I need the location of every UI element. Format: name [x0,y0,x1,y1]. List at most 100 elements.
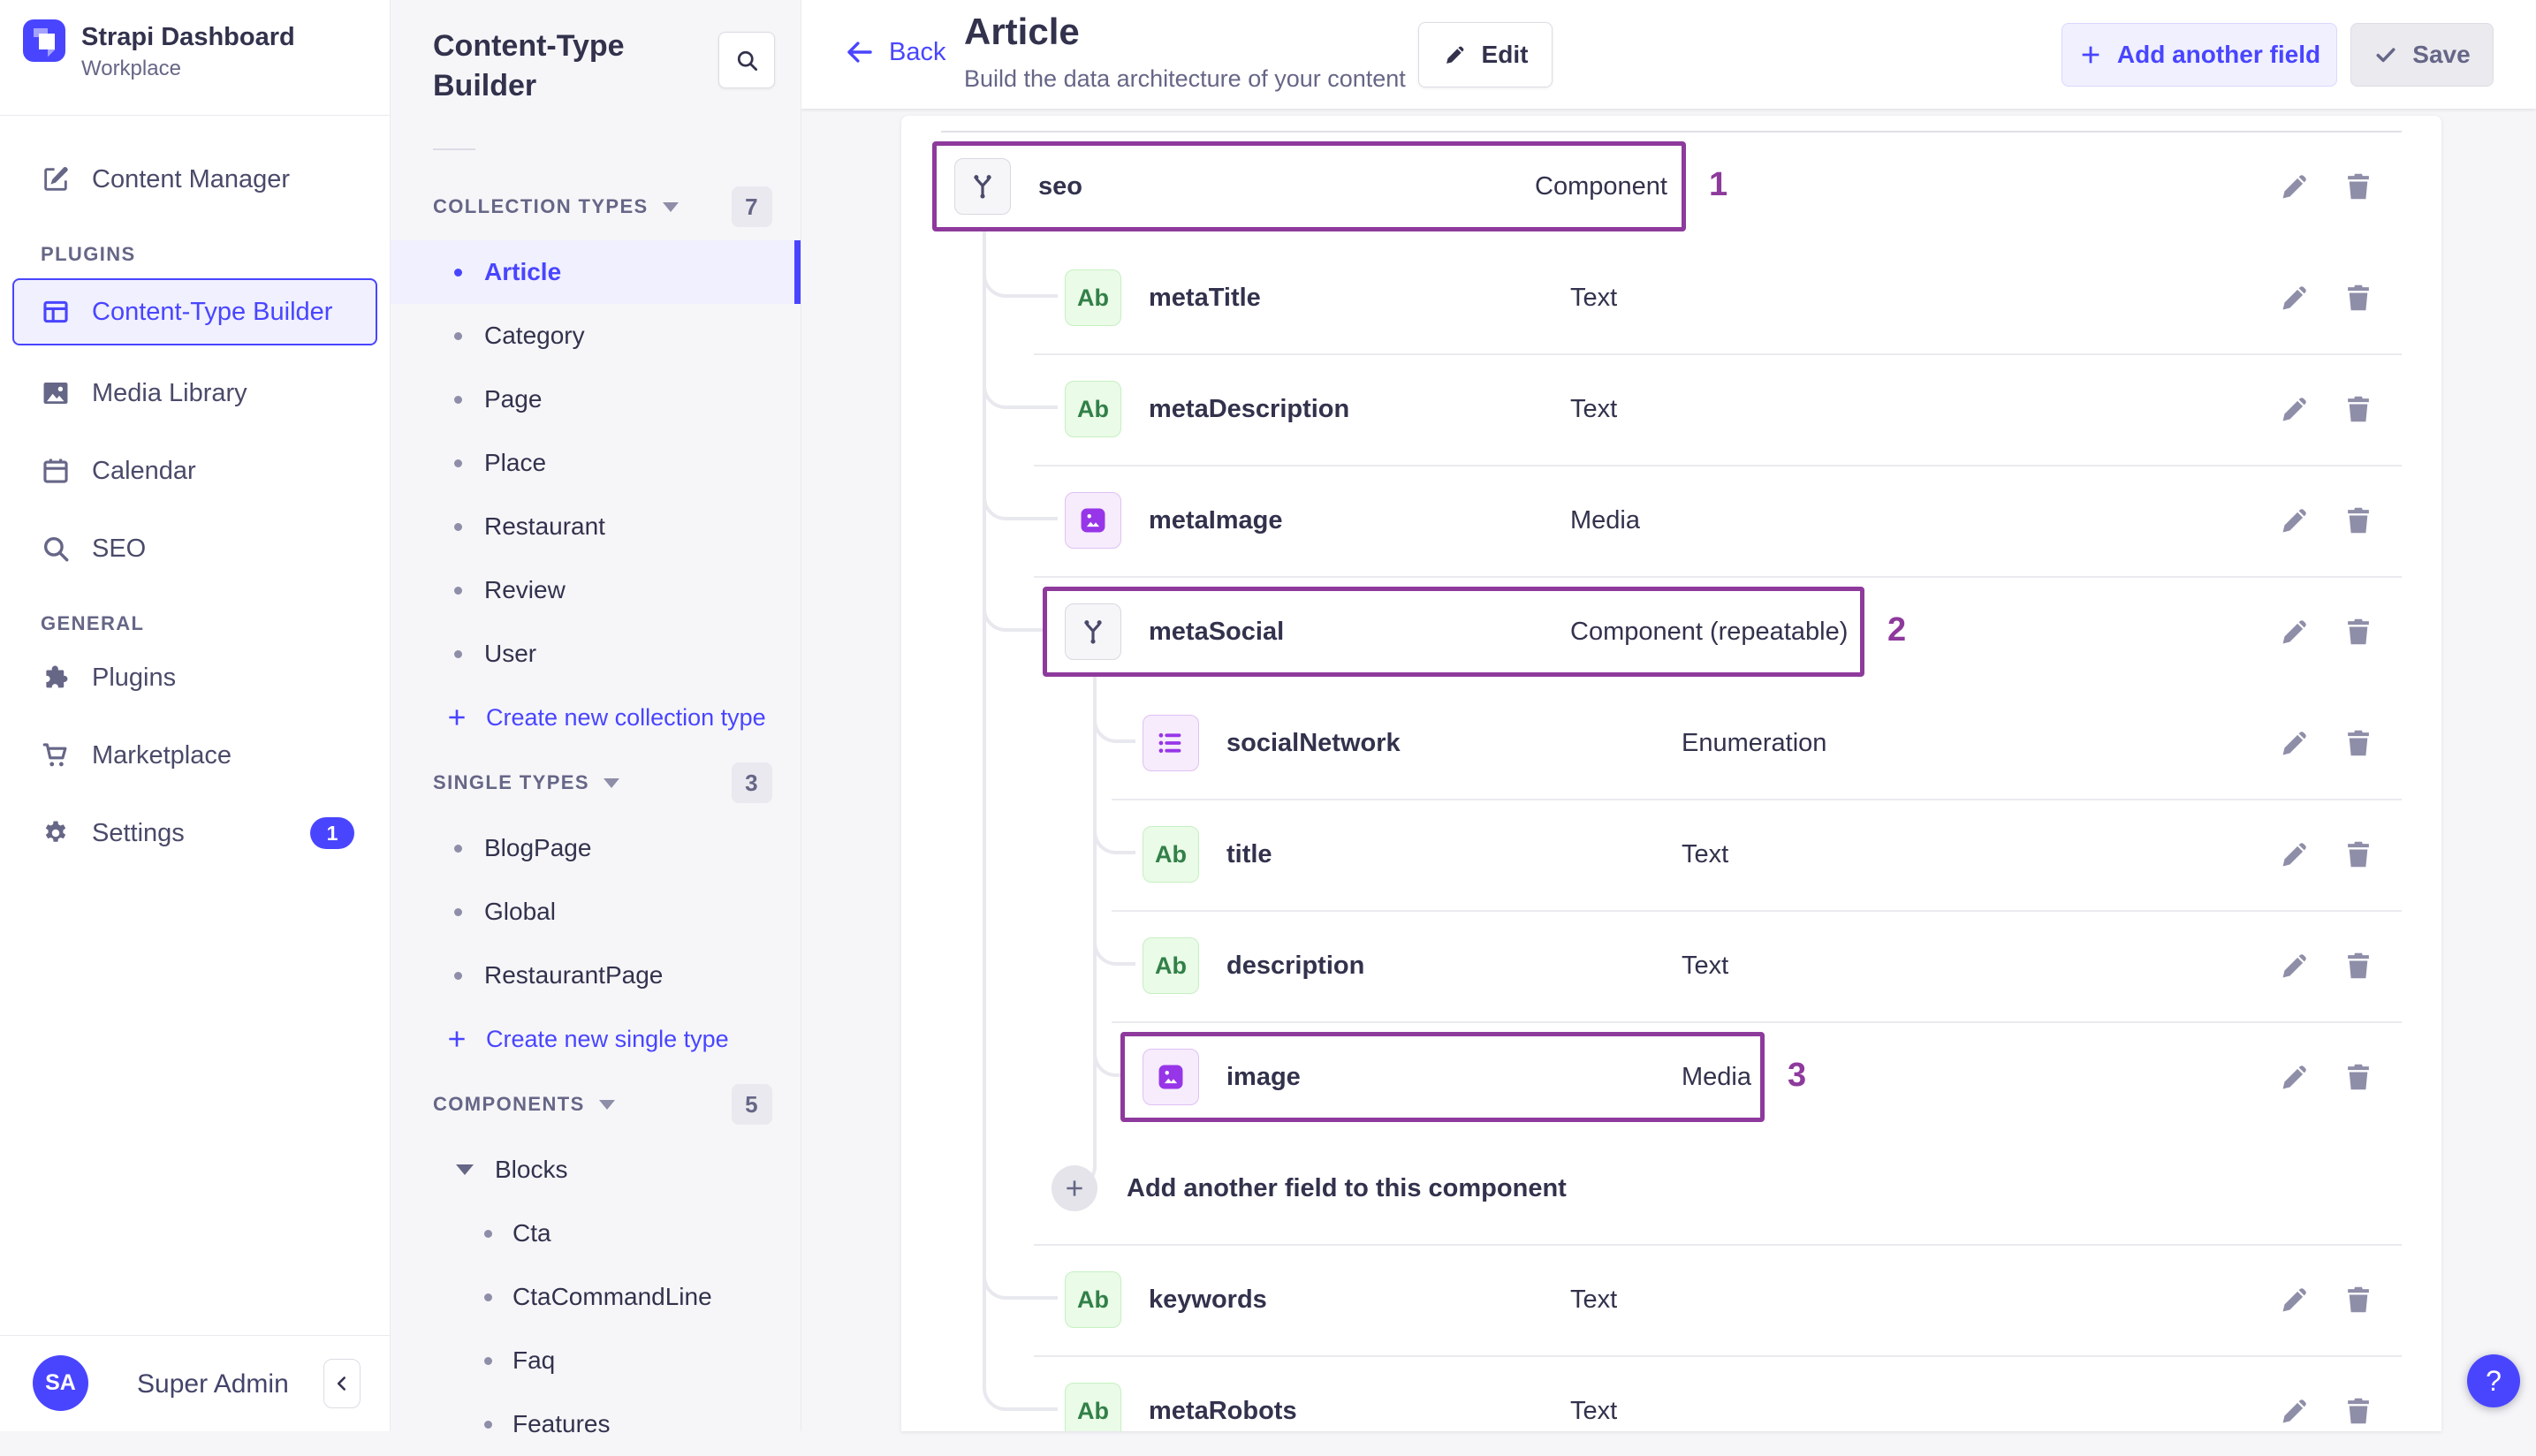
panel-section-count: 7 [732,186,772,227]
panel-item-user[interactable]: User [391,622,801,686]
main-header: Back Article Build the data architecture… [801,0,2536,109]
panel-item-review[interactable]: Review [391,558,801,622]
help-button[interactable]: ? [2467,1354,2520,1407]
field-type: Text [1570,1397,1618,1425]
add-another-field-button[interactable]: Add another field [2061,23,2337,87]
field-name: description [1226,952,1365,980]
delete-field-button[interactable] [2342,1394,2375,1428]
panel-item-cta[interactable]: Cta [391,1202,801,1265]
panel-item-faq[interactable]: Faq [391,1329,801,1392]
edit-field-button[interactable] [2278,504,2312,537]
plus-icon [445,706,468,729]
edit-field-button[interactable] [2278,170,2312,203]
field-type: Text [1570,1285,1618,1314]
panel-item-features[interactable]: Features [391,1392,801,1456]
delete-field-button[interactable] [2342,726,2375,760]
edit-field-button[interactable] [2278,838,2312,871]
panel-item-global[interactable]: Global [391,880,801,944]
panel-section-header-collection-types[interactable]: COLLECTION TYPES 7 [391,173,801,240]
panel-item-ctacommandline[interactable]: CtaCommandLine [391,1265,801,1329]
delete-field-button[interactable] [2342,170,2375,203]
edit-field-button[interactable] [2278,726,2312,760]
edit-field-button[interactable] [2278,1394,2312,1428]
edit-label: Edit [1481,41,1529,68]
delete-field-button[interactable] [2342,1283,2375,1316]
media-icon [1143,1049,1199,1105]
field-name: socialNetwork [1226,729,1401,757]
panel-section-header-components[interactable]: COMPONENTS 5 [391,1071,801,1138]
avatar[interactable]: SA [33,1355,88,1411]
field-type: Text [1682,840,1729,868]
component-icon [954,158,1011,215]
panel-item-label: Features [513,1410,611,1437]
delete-field-button[interactable] [2342,392,2375,426]
save-button[interactable]: Save [2350,23,2494,87]
text-icon: Ab [1143,937,1199,994]
caret-down-icon [456,1164,474,1175]
bullet-icon [484,1229,492,1238]
sidebar-item-content-manager[interactable]: Content Manager [0,140,390,218]
panel-action-create-new-single-type[interactable]: Create new single type [391,1007,801,1071]
bullet-icon [454,907,462,916]
sidebar-item-seo[interactable]: SEO [0,510,390,588]
panel-item-article[interactable]: Article [391,240,801,304]
panel-item-blogpage[interactable]: BlogPage [391,816,801,880]
delete-field-button[interactable] [2342,615,2375,648]
delete-field-button[interactable] [2342,1060,2375,1094]
field-name: metaTitle [1149,284,1261,312]
panel-item-restaurant[interactable]: Restaurant [391,495,801,558]
brand-title: Strapi Dashboard [81,23,295,51]
panel-title: Content-Type Builder [433,29,625,102]
bullet-icon [484,1356,492,1365]
feather-icon [41,164,71,194]
edit-field-button[interactable] [2278,281,2312,315]
bullet-icon [454,586,462,595]
panel-action-create-new-collection-type[interactable]: Create new collection type [391,686,801,749]
sidebar-item-media-library[interactable]: Media Library [0,354,390,432]
panel-item-restaurantpage[interactable]: RestaurantPage [391,944,801,1007]
delete-field-button[interactable] [2342,838,2375,871]
panel-section-label: COMPONENTS [433,1093,585,1115]
add-field-to-component-button[interactable] [1052,1165,1097,1211]
puzzle-icon [41,663,71,693]
panel-item-category[interactable]: Category [391,304,801,368]
delete-field-button[interactable] [2342,949,2375,982]
panel-item-place[interactable]: Place [391,431,801,495]
text-icon: Ab [1065,269,1121,326]
edit-field-button[interactable] [2278,1283,2312,1316]
sidebar-item-content-type-builder[interactable]: Content-Type Builder [12,278,377,345]
save-label: Save [2412,41,2471,68]
panel-item-label: CtaCommandLine [513,1283,712,1310]
collapse-sidebar-button[interactable] [323,1359,361,1408]
panel-section-label: COLLECTION TYPES [433,195,649,217]
delete-field-button[interactable] [2342,504,2375,537]
edit-button[interactable]: Edit [1418,22,1553,87]
sidebar-section-label-general: GENERAL [41,612,145,634]
edit-field-button[interactable] [2278,615,2312,648]
arrow-left-icon [845,37,875,67]
panel-group-blocks[interactable]: Blocks [391,1138,801,1202]
back-link[interactable]: Back [845,37,945,67]
panel-section-header-single-types[interactable]: SINGLE TYPES 3 [391,749,801,816]
brand-subtitle: Workplace [81,57,181,80]
text-icon: Ab [1065,1271,1121,1328]
sidebar-item-calendar[interactable]: Calendar [0,432,390,510]
delete-field-button[interactable] [2342,281,2375,315]
sidebar-item-plugins[interactable]: Plugins [0,639,390,717]
bullet-icon [454,522,462,531]
edit-field-button[interactable] [2278,949,2312,982]
sidebar-item-settings[interactable]: Settings 1 [0,794,390,872]
plus-icon [445,1028,468,1050]
annotation-box [1120,1032,1765,1122]
edit-field-button[interactable] [2278,1060,2312,1094]
search-button[interactable] [718,32,775,88]
panel-action-label: Create new single type [486,1025,729,1052]
panel-item-label: Global [484,898,556,925]
sidebar-item-marketplace[interactable]: Marketplace [0,717,390,794]
divider [433,148,475,150]
edit-field-button[interactable] [2278,392,2312,426]
cart-icon [41,740,71,770]
bullet-icon [454,268,462,277]
panel-item-page[interactable]: Page [391,368,801,431]
component-icon [1065,603,1121,660]
